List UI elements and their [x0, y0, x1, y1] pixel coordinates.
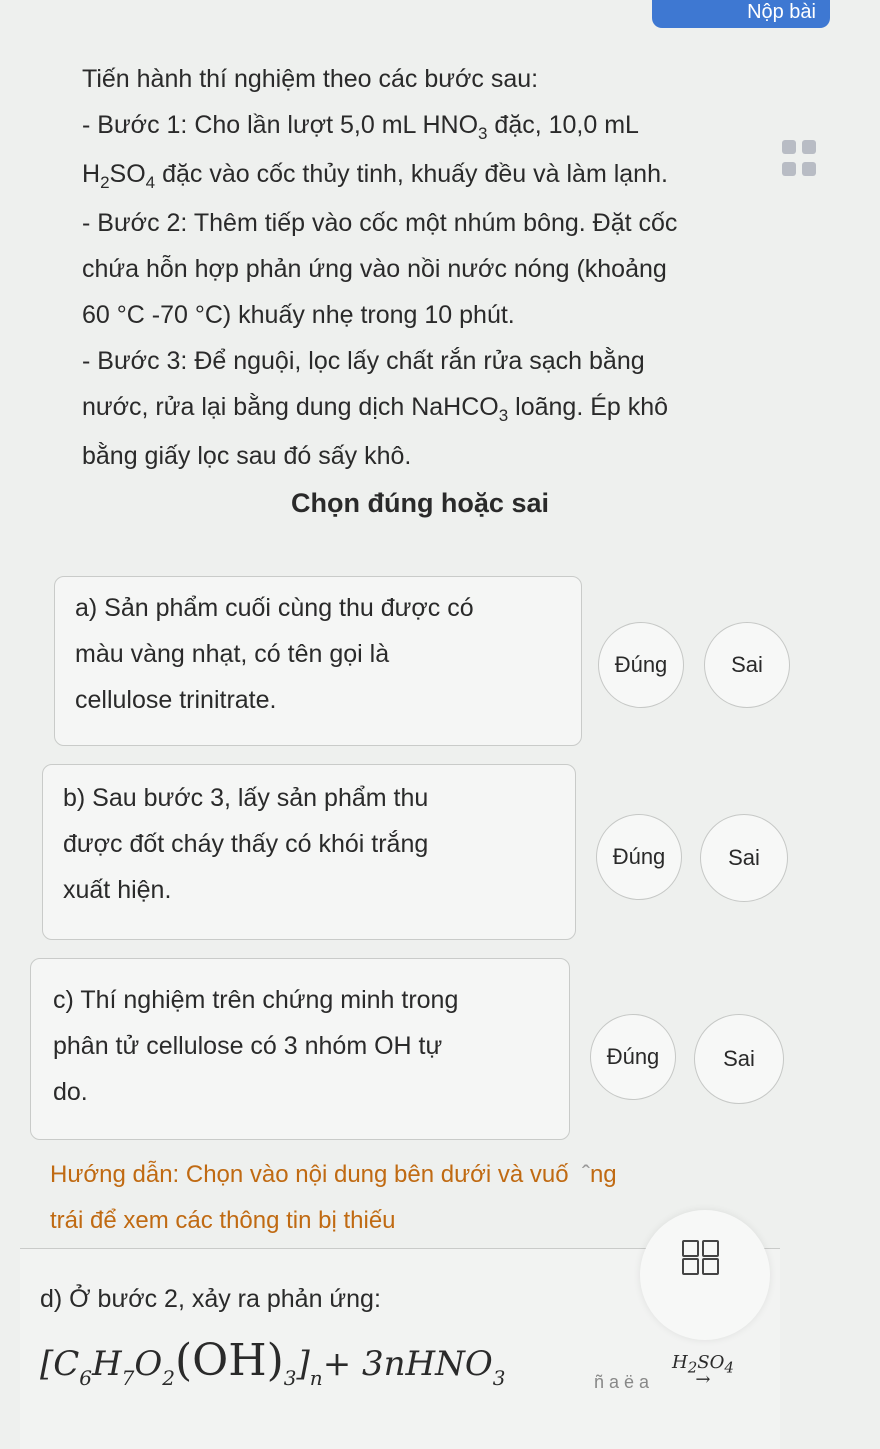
step3-line3: bằng giấy lọc sau đó sấy khô. — [82, 442, 412, 470]
statement-line: được đốt cháy thấy có khói trắng — [63, 830, 429, 858]
subscript: 3 — [492, 1366, 506, 1390]
faint-text: ñ a ë a — [594, 1372, 650, 1392]
false-button-b[interactable]: Sai — [700, 814, 788, 902]
step1-text-e: đặc vào cốc thủy tinh, khuấy đều và làm … — [155, 160, 668, 188]
false-button-c[interactable]: Sai — [694, 1014, 784, 1104]
statement-line: do. — [53, 1078, 88, 1106]
h-text: H — [82, 160, 101, 188]
statement-d-text: d) Ở bước 2, xảy ra phản ứng: — [40, 1285, 381, 1313]
true-button-a[interactable]: Đúng — [598, 622, 684, 708]
statement-card-a: a) Sản phẩm cuối cùng thu được có màu và… — [54, 576, 582, 746]
catalyst-part: H — [672, 1352, 688, 1373]
statement-text: c) Thí nghiệm trên chứng minh trong phân… — [53, 977, 458, 1115]
formula-part: (OH) — [175, 1335, 284, 1386]
so-text: SO — [109, 160, 146, 188]
step3-line2: nước, rửa lại bằng dung dịch NaHCO3 loãn… — [82, 384, 802, 433]
guide-line-start: Hướng dẫn: Chọn vào nội dung bên dưới và… — [50, 1161, 569, 1188]
section-heading: Chọn đúng hoặc sai — [290, 488, 549, 518]
step3-text-c: loãng. Ép khô — [508, 393, 669, 421]
statement-line: màu vàng nhạt, có tên gọi là — [75, 640, 390, 668]
grid-cell-icon — [682, 1240, 699, 1257]
grid-cell-icon — [702, 1258, 719, 1275]
subscript: 3 — [478, 124, 488, 143]
step2-line: - Bước 2: Thêm tiếp vào cốc một nhúm bôn… — [82, 209, 678, 237]
reaction-arrow: H2SO4 → — [672, 1352, 734, 1390]
step2-line3: 60 °C -70 °C) khuấy nhẹ trong 10 phút. — [82, 301, 515, 329]
formula-part: ] — [296, 1344, 310, 1384]
step1-text-a: - Bước 1: Cho lần lượt 5,0 mL HNO — [82, 111, 479, 139]
true-button-b[interactable]: Đúng — [596, 814, 682, 900]
subscript: 4 — [145, 173, 156, 192]
statement-line: c) Thí nghiệm trên chứng minh trong — [53, 986, 459, 1014]
true-label: Đúng — [614, 652, 668, 677]
statement-card-c: c) Thí nghiệm trên chứng minh trong phân… — [30, 958, 570, 1140]
true-label: Đúng — [606, 1044, 660, 1069]
formula-part: [C — [40, 1344, 80, 1384]
false-button-a[interactable]: Sai — [704, 622, 790, 708]
statement-text: a) Sản phẩm cuối cùng thu được có màu và… — [75, 585, 474, 723]
step2-line2: chứa hỗn hợp phản ứng vào nồi nước nóng … — [82, 255, 667, 283]
subscript: 4 — [724, 1358, 734, 1377]
statement-line: cellulose trinitrate. — [75, 686, 277, 714]
step3-line: - Bước 3: Để nguội, lọc lấy chất rắn rửa… — [82, 347, 645, 375]
formula-part: O — [134, 1344, 163, 1384]
step1-line: - Bước 1: Cho lần lượt 5,0 mL HNO3 đặc, … — [82, 102, 802, 151]
false-label: Sai — [723, 1046, 755, 1071]
subscript: 7 — [121, 1366, 135, 1390]
subscript: 2 — [162, 1366, 176, 1390]
grid-cell-icon — [682, 1258, 699, 1275]
statement-card-b: b) Sau bước 3, lấy sản phẩm thu được đốt… — [42, 764, 576, 940]
guide-line: Hướng dẫn: Chọn vào nội dung bên dưới và… — [50, 1161, 617, 1188]
subscript: 6 — [79, 1366, 93, 1390]
subscript: 2 — [100, 173, 110, 192]
grid-view-button[interactable] — [640, 1210, 770, 1340]
reaction-formula: [C6H7O2(OH)3]n+ 3nHNO3 — [40, 1335, 506, 1390]
statement-line: xuất hiện. — [63, 876, 172, 904]
grid-cell-icon — [702, 1240, 719, 1257]
false-label: Sai — [728, 845, 760, 870]
formula-part: H — [92, 1344, 122, 1384]
step1-text-b: đặc, 10,0 mL — [487, 111, 639, 139]
true-button-c[interactable]: Đúng — [590, 1014, 676, 1100]
statement-text: b) Sau bước 3, lấy sản phẩm thu được đốt… — [63, 775, 428, 913]
step1-line2: H2SO4 đặc vào cốc thủy tinh, khuấy đều v… — [82, 151, 802, 200]
statement-line: phân tử cellulose có 3 nhóm OH tự — [53, 1032, 443, 1060]
formula-part: + 3nHNO — [322, 1344, 493, 1384]
statement-line: a) Sản phẩm cuối cùng thu được có — [75, 594, 474, 622]
false-label: Sai — [731, 652, 763, 677]
menu-grid-icon[interactable] — [782, 140, 818, 178]
true-label: Đúng — [612, 844, 666, 869]
instructions: Tiến hành thí nghiệm theo các bước sau: … — [82, 56, 802, 479]
subscript: n — [309, 1366, 323, 1390]
subscript: 3 — [498, 406, 509, 425]
intro-line: Tiến hành thí nghiệm theo các bước sau: — [82, 65, 539, 93]
step3-text-b: nước, rửa lại bằng dung dịch NaHCO — [82, 393, 499, 421]
subscript: 3 — [283, 1366, 297, 1390]
submit-label: Nộp bài — [747, 1, 816, 23]
statement-line: b) Sau bước 3, lấy sản phẩm thu — [63, 784, 429, 812]
guide-line-end: ng — [589, 1161, 617, 1188]
submit-button[interactable]: Nộp bài — [652, 0, 830, 28]
